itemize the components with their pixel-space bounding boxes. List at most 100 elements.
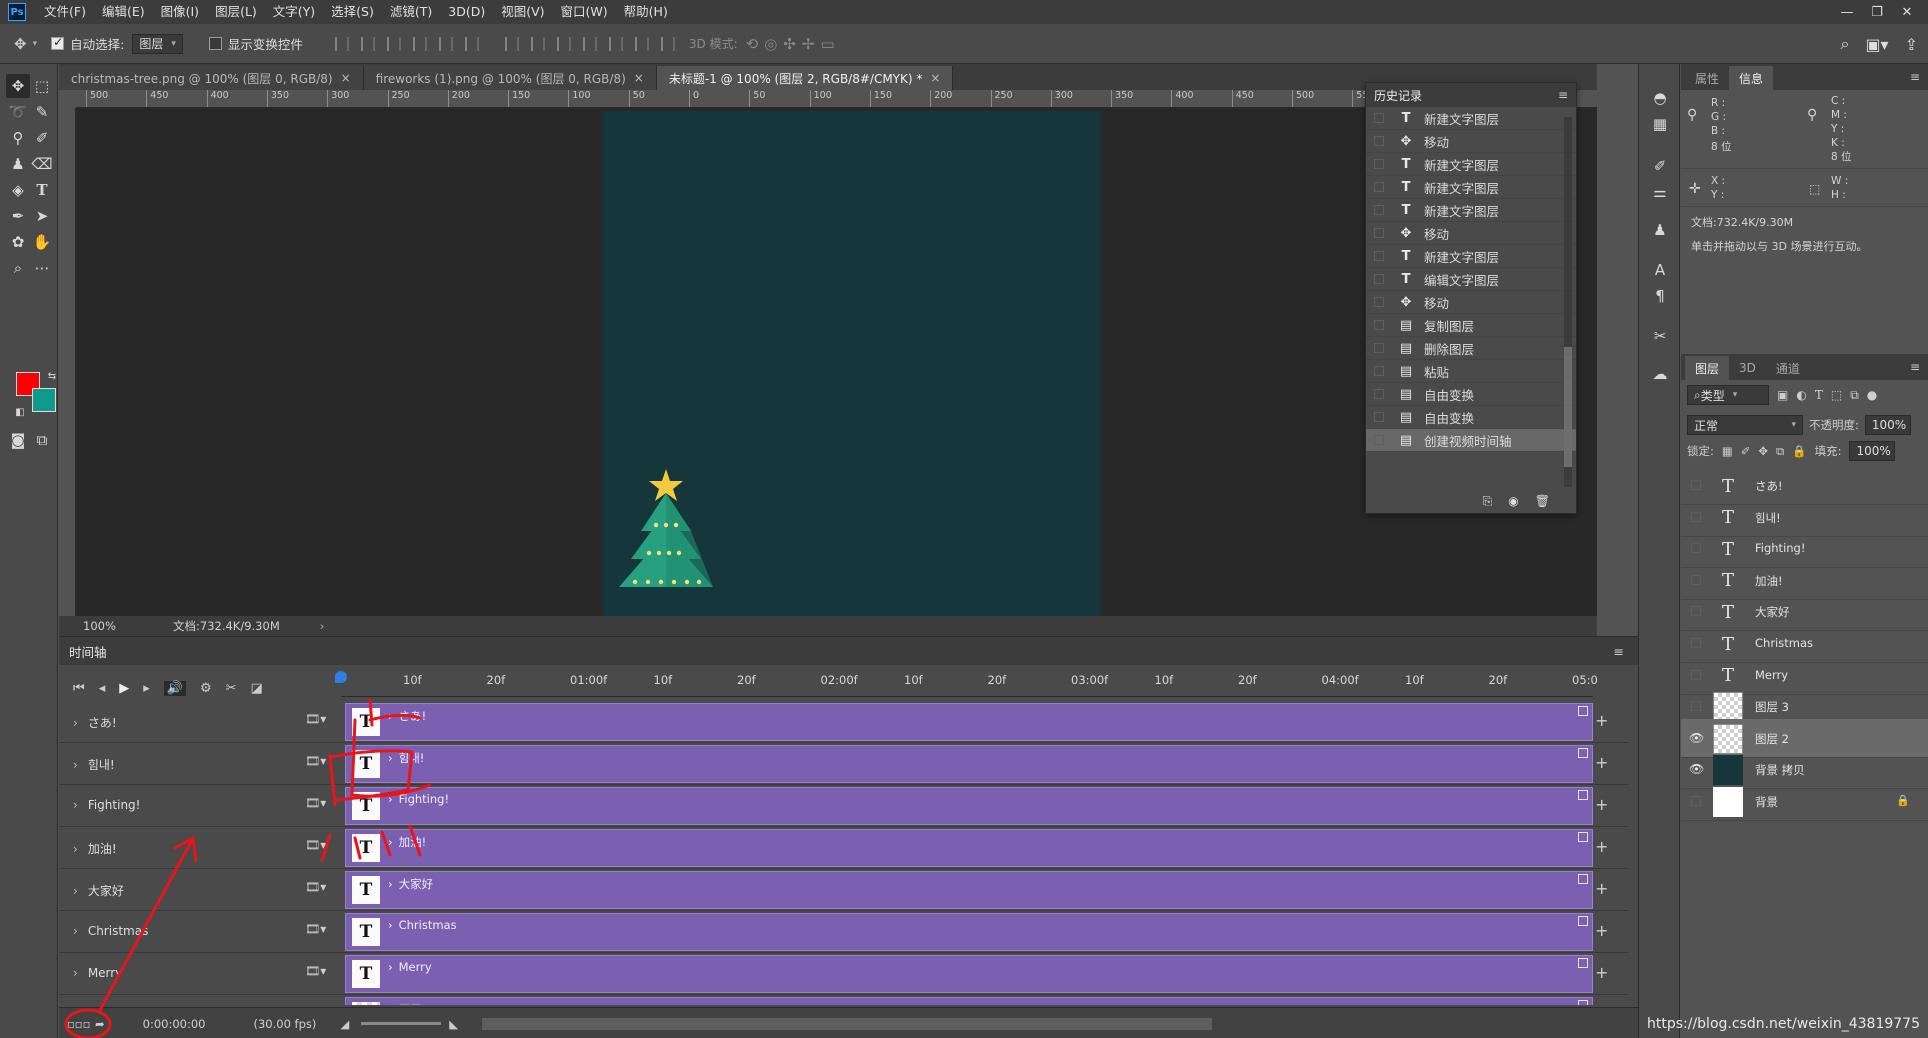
align-vcenter-icon[interactable] bbox=[360, 36, 375, 51]
document-canvas[interactable] bbox=[603, 111, 1101, 616]
visibility-toggle[interactable] bbox=[1691, 574, 1701, 585]
layer-name[interactable]: 加油! bbox=[1755, 573, 1783, 589]
align-hcenter-icon[interactable] bbox=[438, 36, 453, 51]
layer-name[interactable]: さあ! bbox=[1755, 478, 1783, 494]
play-icon[interactable]: ▶ bbox=[119, 681, 129, 696]
document-tab[interactable]: 未标题-1 @ 100% (图层 2, RGB/8#/CMYK) * × bbox=[656, 66, 954, 90]
marquee-tool-icon[interactable]: ⬚ bbox=[30, 74, 54, 98]
align-right-icon[interactable] bbox=[464, 36, 479, 51]
track-clip[interactable]: T › 힘내! bbox=[345, 745, 1593, 783]
timeline-track[interactable]: › Christmas 🎞▾ T › Christmas + bbox=[59, 911, 1629, 953]
filter-adjust-icon[interactable]: ◐ bbox=[1796, 388, 1806, 402]
track-clip[interactable]: T › 加油! bbox=[345, 829, 1593, 867]
history-snapshot-checkbox[interactable] bbox=[1374, 274, 1384, 284]
minimize-button[interactable]: — bbox=[1832, 0, 1862, 24]
visibility-toggle[interactable] bbox=[1691, 638, 1701, 648]
track-name[interactable]: › Christmas bbox=[73, 924, 148, 938]
default-colors-icon[interactable]: ◧ bbox=[8, 400, 32, 424]
distribute-vcenter-icon[interactable] bbox=[530, 36, 545, 51]
history-item[interactable]: ▤ 复制图层 bbox=[1366, 314, 1576, 337]
more-tools-icon[interactable]: ⋯ bbox=[30, 256, 54, 280]
shape-tool-icon[interactable]: ✿ bbox=[6, 230, 30, 254]
layer-name[interactable]: 힘내! bbox=[1755, 510, 1781, 526]
new-document-from-state-icon[interactable]: ⎘ bbox=[1483, 494, 1493, 509]
layer-name[interactable]: 大家好 bbox=[1755, 604, 1790, 620]
visibility-eye-icon[interactable]: 👁 bbox=[1689, 762, 1704, 776]
track-clip[interactable]: T › Merry bbox=[345, 955, 1593, 993]
add-media-plus-icon[interactable]: + bbox=[1595, 711, 1608, 730]
delete-trash-icon[interactable]: 🗑 bbox=[1535, 494, 1550, 508]
adjustments-panel-icon[interactable]: ⚌ bbox=[1650, 182, 1670, 202]
history-item[interactable]: ✥ 移动 bbox=[1366, 130, 1576, 153]
layer-row[interactable]: 背景 🔒 bbox=[1681, 782, 1928, 821]
distribute-top-icon[interactable] bbox=[504, 36, 519, 51]
history-snapshot-checkbox[interactable] bbox=[1374, 412, 1384, 422]
panel-menu-icon[interactable]: ≡ bbox=[1614, 644, 1624, 659]
expand-chevron-icon[interactable]: › bbox=[73, 716, 78, 730]
background-color-swatch[interactable] bbox=[32, 388, 56, 412]
panel-menu-icon[interactable]: ≡ bbox=[1910, 360, 1920, 374]
tab-3d[interactable]: 3D bbox=[1729, 356, 1766, 380]
align-bottom-icon[interactable] bbox=[386, 36, 401, 51]
clip-end-icon[interactable] bbox=[1578, 958, 1588, 968]
clip-end-icon[interactable] bbox=[1578, 1000, 1588, 1005]
pen-tool-icon[interactable]: ✒ bbox=[6, 204, 30, 228]
add-media-plus-icon[interactable]: + bbox=[1595, 795, 1608, 814]
menu-item-7[interactable]: 3D(D) bbox=[440, 0, 493, 24]
menu-item-8[interactable]: 视图(V) bbox=[493, 0, 552, 24]
menu-item-10[interactable]: 帮助(H) bbox=[616, 0, 676, 24]
history-snapshot-checkbox[interactable] bbox=[1374, 343, 1384, 353]
timeline-ruler[interactable]: 10f 20f 01:00f 10f 20f 02:00f 10f 20f 03:00f 10f 2… bbox=[341, 669, 1598, 697]
search-icon[interactable]: ⌕ bbox=[1840, 34, 1849, 54]
add-media-plus-icon[interactable]: + bbox=[1595, 921, 1608, 940]
render-video-icon[interactable]: ➦ bbox=[95, 1017, 105, 1031]
expand-chevron-icon[interactable]: › bbox=[73, 798, 78, 812]
add-media-plus-icon[interactable]: + bbox=[1595, 837, 1608, 856]
history-item[interactable]: T 新建文字图层 bbox=[1366, 199, 1576, 222]
visibility-toggle[interactable] bbox=[1691, 701, 1701, 712]
track-name[interactable]: › さあ! bbox=[73, 714, 117, 731]
menu-item-1[interactable]: 编辑(E) bbox=[94, 0, 153, 24]
visibility-toggle[interactable] bbox=[1691, 480, 1701, 490]
menu-item-4[interactable]: 文字(Y) bbox=[265, 0, 323, 24]
expand-chevron-icon[interactable]: › bbox=[73, 924, 78, 938]
history-item[interactable]: ✥ 移动 bbox=[1366, 222, 1576, 245]
layer-filter-dropdown[interactable]: ⌕ 类型 ▾ bbox=[1687, 385, 1769, 405]
timeline-zoom-slider[interactable] bbox=[361, 1022, 442, 1025]
history-snapshot-checkbox[interactable] bbox=[1374, 159, 1384, 169]
tools-preset-icon[interactable]: ✂ bbox=[1650, 326, 1670, 346]
clone-source-icon[interactable]: ♟ bbox=[1650, 220, 1670, 240]
brush-panel-icon[interactable]: ✐ bbox=[1650, 156, 1670, 176]
track-name[interactable]: › 加油! bbox=[73, 840, 117, 857]
history-snapshot-checkbox[interactable] bbox=[1374, 228, 1384, 238]
history-snapshot-checkbox[interactable] bbox=[1374, 366, 1384, 376]
track-name[interactable]: › Fighting! bbox=[73, 798, 140, 812]
3d-panel-icon[interactable]: ◓ bbox=[1650, 88, 1670, 108]
path-select-tool-icon[interactable]: ➤ bbox=[30, 204, 54, 228]
history-snapshot-checkbox[interactable] bbox=[1374, 113, 1384, 123]
track-film-icon[interactable]: 🎞▾ bbox=[305, 754, 326, 768]
history-item[interactable]: T 新建文字图层 bbox=[1366, 153, 1576, 176]
visibility-toggle[interactable] bbox=[1691, 796, 1701, 806]
timeline-track[interactable]: › さあ! 🎞▾ T › さあ! + bbox=[59, 701, 1629, 743]
panel-menu-icon[interactable]: ≡ bbox=[1558, 88, 1568, 102]
tab-properties[interactable]: 属性 bbox=[1685, 66, 1729, 90]
track-name[interactable]: › 힘내! bbox=[73, 756, 115, 773]
menu-item-6[interactable]: 滤镜(T) bbox=[382, 0, 440, 24]
expand-chevron-icon[interactable]: › bbox=[73, 966, 78, 980]
timeline-track[interactable]: › 힘내! 🎞▾ T › 힘내! + bbox=[59, 743, 1629, 785]
zoom-level[interactable]: 100% bbox=[83, 619, 143, 633]
history-snapshot-checkbox[interactable] bbox=[1374, 251, 1384, 261]
layer-name[interactable]: Fighting! bbox=[1755, 541, 1805, 555]
character-panel-icon[interactable]: A bbox=[1650, 260, 1670, 280]
convert-frame-animation-icon[interactable]: ▫▫▫ bbox=[67, 1017, 90, 1031]
history-item[interactable]: T 新建文字图层 bbox=[1366, 245, 1576, 268]
history-item[interactable]: T 编辑文字图层 bbox=[1366, 268, 1576, 291]
timeline-scrollbar[interactable] bbox=[482, 1017, 1213, 1030]
tab-info[interactable]: 信息 bbox=[1729, 66, 1774, 90]
show-transform-checkbox[interactable] bbox=[208, 37, 222, 50]
zoom-in-icon[interactable]: ◣ bbox=[449, 1017, 458, 1031]
libraries-panel-icon[interactable]: ☁ bbox=[1650, 364, 1670, 384]
distribute-right-icon[interactable] bbox=[634, 36, 649, 51]
expand-chevron-icon[interactable]: › bbox=[73, 758, 78, 772]
